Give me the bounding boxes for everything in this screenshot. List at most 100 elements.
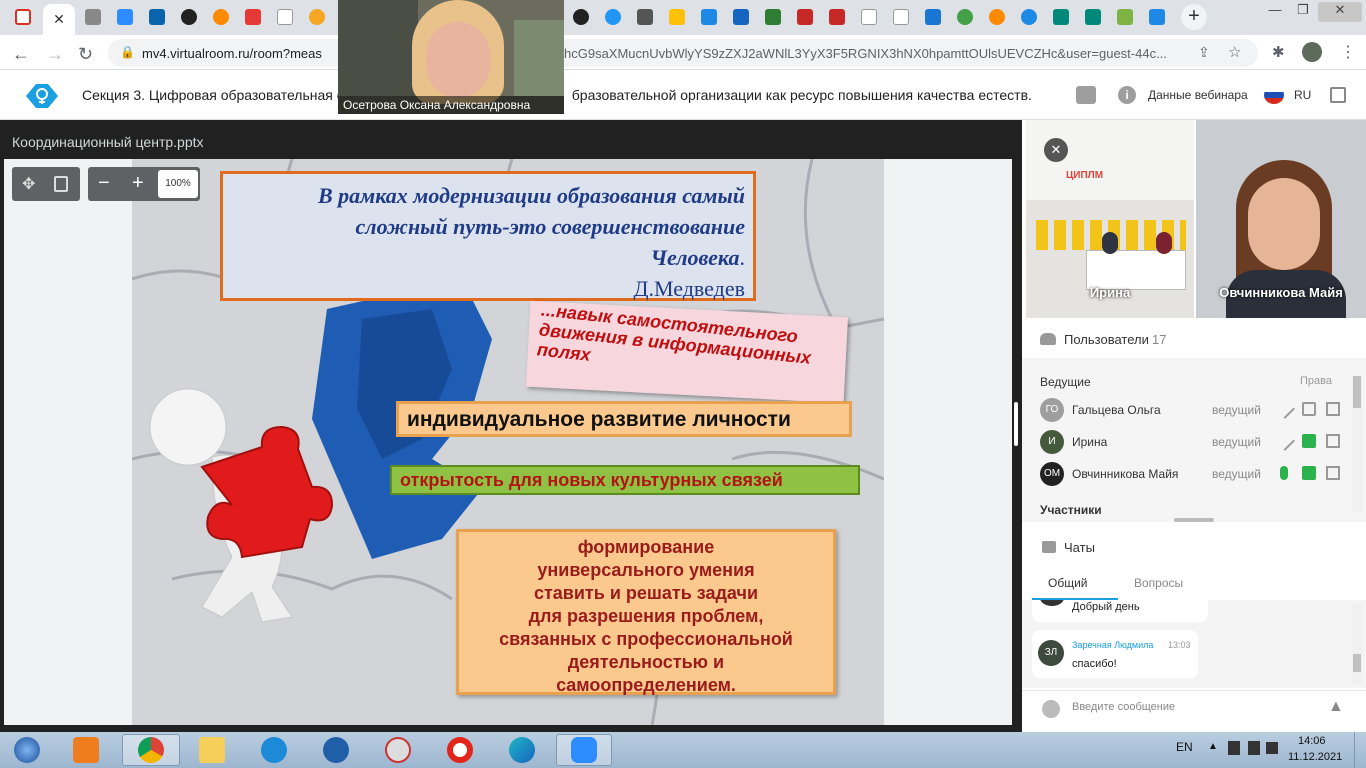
taskbar-media[interactable] [60, 734, 112, 766]
tab-app[interactable] [598, 4, 628, 30]
tab-general[interactable]: Общий [1048, 576, 1088, 590]
taskbar-app[interactable] [310, 734, 362, 766]
tab-app[interactable] [566, 4, 596, 30]
users-scrollbar[interactable] [1352, 376, 1362, 512]
tab-active[interactable]: ✕ [43, 4, 75, 35]
mic-on-icon[interactable] [1280, 466, 1288, 480]
mic-off-icon[interactable] [1275, 399, 1295, 419]
webinar-data-link[interactable]: Данные вебинара [1148, 88, 1248, 102]
camera-on-icon[interactable] [1302, 466, 1316, 480]
tab-app[interactable] [918, 4, 948, 30]
tab-app[interactable] [982, 4, 1012, 30]
emoji-icon[interactable] [1042, 700, 1060, 718]
window-close-button[interactable]: ✕ [1318, 2, 1362, 22]
tab-app[interactable] [950, 4, 980, 30]
network-icon[interactable] [1228, 741, 1240, 755]
folder-icon[interactable] [1076, 86, 1096, 104]
tab-app[interactable] [662, 4, 692, 30]
zoom-level[interactable]: 100% [158, 170, 198, 198]
mic-off-icon[interactable] [1275, 431, 1295, 451]
presenter-video[interactable]: Осетрова Оксана Александровна [338, 0, 564, 114]
screen-share-icon[interactable] [1326, 434, 1340, 448]
tab-app[interactable] [302, 4, 332, 30]
scrollbar-thumb[interactable] [1353, 376, 1361, 408]
taskbar-edge[interactable] [496, 734, 548, 766]
maximize-button[interactable]: ❐ [1290, 2, 1316, 22]
tab-outlook[interactable] [142, 4, 172, 30]
url-field[interactable]: 🔒 mv4.virtualroom.ru/room?meas hcG9saXMu… [108, 39, 1258, 67]
move-icon[interactable]: ✥ [22, 174, 35, 194]
tab-app[interactable] [174, 4, 204, 30]
language-label[interactable]: RU [1294, 88, 1311, 102]
chat-header[interactable]: Чаты [1022, 540, 1366, 560]
video-tile-ovchinnikova[interactable]: Овчинникова Майя [1196, 120, 1366, 318]
user-row[interactable]: ГО Гальцева Ольга ведущий [1040, 398, 1340, 426]
clock-time[interactable]: 14:06 [1298, 735, 1326, 747]
rights-label[interactable]: Права [1300, 375, 1332, 387]
logo-icon[interactable] [24, 82, 60, 110]
taskbar-ie[interactable] [248, 734, 300, 766]
taskbar-chrome[interactable] [122, 734, 180, 766]
tab-app[interactable] [822, 4, 852, 30]
scrollbar-thumb[interactable] [1353, 654, 1361, 672]
tab-zoom[interactable] [110, 4, 140, 30]
taskbar-app[interactable] [372, 734, 424, 766]
participants-label[interactable]: Участники [1040, 503, 1102, 517]
tab-app[interactable] [1142, 4, 1172, 30]
panel-resize-handle[interactable] [1014, 402, 1018, 446]
user-row[interactable]: И Ирина ведущий [1040, 430, 1340, 458]
tab-app[interactable] [694, 4, 724, 30]
screen-share-icon[interactable] [1326, 402, 1340, 416]
star-icon[interactable]: ☆ [1228, 43, 1241, 61]
flag-ru-icon[interactable] [1264, 86, 1284, 104]
taskbar-zoom[interactable] [556, 734, 612, 766]
back-icon[interactable]: ← [12, 44, 30, 65]
video-tile-irina[interactable]: ЦИПЛМ ✕ Ирина [1026, 120, 1194, 318]
forward-icon[interactable]: → [46, 44, 64, 65]
tab-app[interactable] [206, 4, 236, 30]
show-desktop-button[interactable] [1354, 732, 1366, 768]
camera-off-icon[interactable] [1302, 402, 1316, 416]
fit-icon[interactable] [54, 176, 68, 192]
user-row[interactable]: ОМ Овчинникова Майя ведущий [1040, 462, 1340, 490]
menu-icon[interactable]: ⋮ [1340, 42, 1356, 62]
zoom-out-button[interactable]: − [98, 172, 110, 195]
tray-expand-icon[interactable]: ▲ [1208, 741, 1218, 752]
tab-app[interactable] [758, 4, 788, 30]
extensions-icon[interactable]: ✱ [1272, 43, 1285, 61]
tab-app[interactable] [630, 4, 660, 30]
reload-icon[interactable]: ↻ [78, 44, 93, 65]
tab-mp[interactable] [854, 4, 884, 30]
tab-app[interactable] [1014, 4, 1044, 30]
exit-icon[interactable] [1330, 87, 1346, 103]
screen-share-icon[interactable] [1326, 466, 1340, 480]
section-resize-handle[interactable] [1174, 518, 1214, 522]
profile-avatar[interactable] [1302, 42, 1322, 62]
close-icon[interactable]: ✕ [53, 11, 65, 28]
tab-app[interactable] [238, 4, 268, 30]
camera-on-icon[interactable] [1302, 434, 1316, 448]
tab-app[interactable] [1110, 4, 1140, 30]
zoom-in-button[interactable]: + [132, 172, 144, 195]
chat-scrollbar[interactable] [1352, 604, 1362, 684]
tab-app[interactable] [726, 4, 756, 30]
chat-input[interactable]: Введите сообщение [1072, 701, 1175, 713]
taskbar-opera[interactable] [434, 734, 486, 766]
tab-app[interactable] [1046, 4, 1076, 30]
new-tab-button[interactable]: + [1181, 4, 1207, 30]
start-button[interactable] [2, 734, 52, 766]
info-icon[interactable]: i [1118, 86, 1136, 104]
flag-icon[interactable] [1248, 741, 1260, 755]
tab-app[interactable] [1078, 4, 1108, 30]
input-language[interactable]: EN [1176, 740, 1193, 754]
tab-app[interactable] [790, 4, 820, 30]
tab-questions[interactable]: Вопросы [1134, 576, 1183, 590]
tab-mp[interactable] [270, 4, 300, 30]
taskbar-explorer[interactable] [186, 734, 238, 766]
slide[interactable]: В рамках модернизации образования самый … [132, 159, 884, 725]
minimize-button[interactable]: — [1262, 2, 1288, 22]
send-icon[interactable]: ▲ [1328, 698, 1344, 716]
users-header[interactable]: Пользователи 17 [1022, 332, 1366, 354]
tab-mp[interactable] [886, 4, 916, 30]
tab-gmail[interactable] [8, 4, 38, 30]
